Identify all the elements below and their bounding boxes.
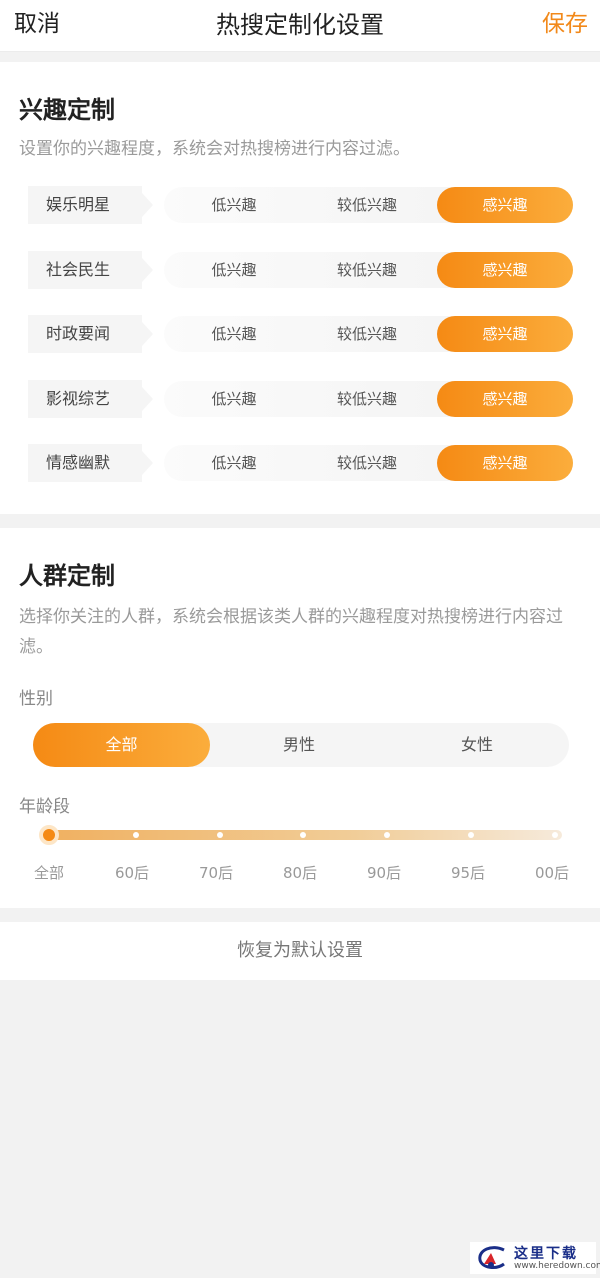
age-label: 年龄段 [19, 797, 70, 817]
option-lower-interest[interactable]: 较低兴趣 [301, 187, 433, 223]
interest-row-label: 娱乐明星 [28, 186, 153, 224]
age-option-90s[interactable]: 90后 [354, 862, 414, 883]
crowd-section-desc: 选择你关注的人群，系统会根据该类人群的兴趣程度对热搜榜进行内容过滤。 [19, 607, 563, 657]
interest-row: 时政要闻 低兴趣 较低兴趣 感兴趣 [28, 315, 576, 353]
age-slider-tick [217, 832, 223, 838]
option-interested-selected[interactable]: 感兴趣 [437, 187, 573, 223]
save-button[interactable]: 保存 [542, 8, 588, 40]
crowd-card: 人群定制 选择你关注的人群，系统会根据该类人群的兴趣程度对热搜榜进行内容过滤。 … [0, 528, 600, 908]
option-interested-selected[interactable]: 感兴趣 [437, 316, 573, 352]
option-lower-interest[interactable]: 较低兴趣 [301, 316, 433, 352]
reset-card: 恢复为默认设置 [0, 922, 600, 980]
option-interested-selected[interactable]: 感兴趣 [437, 252, 573, 288]
option-low-interest[interactable]: 低兴趣 [168, 445, 300, 481]
option-lower-interest[interactable]: 较低兴趣 [301, 252, 433, 288]
interest-row: 情感幽默 低兴趣 较低兴趣 感兴趣 [28, 444, 576, 482]
interest-section-title: 兴趣定制 [19, 96, 115, 124]
age-slider-tick [552, 832, 558, 838]
page-title: 热搜定制化设置 [216, 11, 384, 39]
option-lower-interest[interactable]: 较低兴趣 [301, 381, 433, 417]
interest-row-label: 时政要闻 [28, 315, 153, 353]
interest-row: 娱乐明星 低兴趣 较低兴趣 感兴趣 [28, 186, 576, 224]
option-low-interest[interactable]: 低兴趣 [168, 187, 300, 223]
age-slider-tick [384, 832, 390, 838]
age-option-70s[interactable]: 70后 [186, 862, 246, 883]
age-option-60s[interactable]: 60后 [102, 862, 162, 883]
age-slider-tick [468, 832, 474, 838]
age-slider-thumb[interactable] [39, 825, 59, 845]
age-option-95s[interactable]: 95后 [438, 862, 498, 883]
gender-option-male[interactable]: 男性 [210, 723, 388, 767]
reset-default-button[interactable]: 恢复为默认设置 [0, 922, 600, 980]
age-slider-tick [133, 832, 139, 838]
age-option-00s[interactable]: 00后 [522, 862, 582, 883]
nav-bar: 取消 热搜定制化设置 保存 [0, 0, 600, 52]
watermark: 这里下载 www.heredown.com [470, 1242, 600, 1274]
age-option-80s[interactable]: 80后 [270, 862, 330, 883]
watermark-url: www.heredown.com [514, 1261, 600, 1271]
interest-row-label: 影视综艺 [28, 380, 153, 418]
crowd-section-title: 人群定制 [19, 562, 115, 590]
watermark-title: 这里下载 [514, 1246, 578, 1262]
option-lower-interest[interactable]: 较低兴趣 [301, 445, 433, 481]
gender-option-female[interactable]: 女性 [388, 723, 566, 767]
interest-row: 影视综艺 低兴趣 较低兴趣 感兴趣 [28, 380, 576, 418]
option-interested-selected[interactable]: 感兴趣 [437, 381, 573, 417]
option-interested-selected[interactable]: 感兴趣 [437, 445, 573, 481]
interest-row: 社会民生 低兴趣 较低兴趣 感兴趣 [28, 251, 576, 289]
interest-card: 兴趣定制 设置你的兴趣程度，系统会对热搜榜进行内容过滤。 娱乐明星 低兴趣 较低… [0, 62, 600, 514]
interest-row-label: 情感幽默 [28, 444, 153, 482]
gender-option-all-selected[interactable]: 全部 [33, 723, 210, 767]
interest-row-label: 社会民生 [28, 251, 153, 289]
age-slider-tick [300, 832, 306, 838]
interest-section-desc: 设置你的兴趣程度，系统会对热搜榜进行内容过滤。 [19, 139, 410, 159]
site-logo-icon [478, 1246, 505, 1269]
option-low-interest[interactable]: 低兴趣 [168, 252, 300, 288]
option-low-interest[interactable]: 低兴趣 [168, 381, 300, 417]
gender-label: 性别 [19, 689, 53, 709]
option-low-interest[interactable]: 低兴趣 [168, 316, 300, 352]
age-option-all[interactable]: 全部 [19, 862, 79, 883]
